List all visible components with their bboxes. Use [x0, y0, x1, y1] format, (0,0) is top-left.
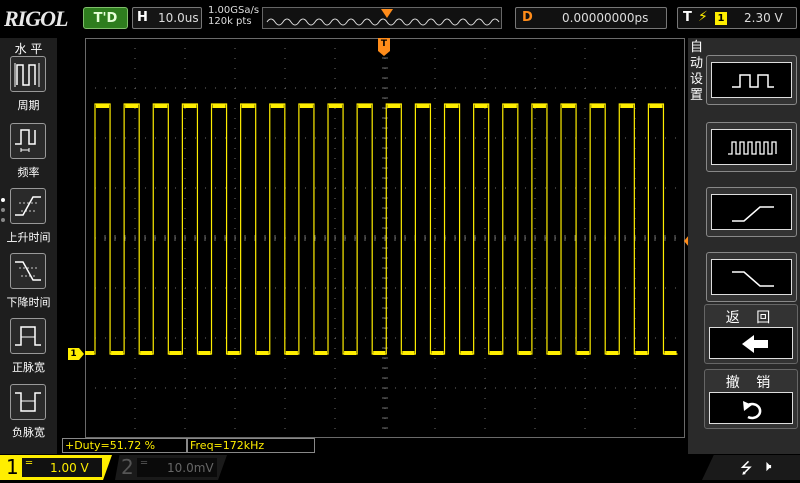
channel-1-number: 1: [6, 455, 19, 479]
undo-icon: [743, 401, 762, 420]
frequency-icon: [15, 129, 36, 152]
trigger-box[interactable]: T ⚡ 1 2.30 V: [677, 7, 797, 29]
sound-muted-icon: 🕨: [762, 457, 772, 475]
delay-value: 0.00000000ps: [562, 11, 649, 25]
system-status-area: ⭍ 🕨: [702, 455, 800, 480]
timebase-value: 10.0us: [158, 11, 199, 25]
dc-coupling-icon: ═: [26, 458, 33, 469]
trigger-position-label: T: [380, 39, 388, 49]
measure-fall-time-button[interactable]: [10, 253, 46, 289]
undo-label: 撤 销: [725, 375, 777, 391]
auto-setup-title: 自动设置: [689, 40, 703, 103]
graticule: [85, 38, 685, 438]
positive-width-label: 正脉宽: [12, 361, 45, 374]
auto-falling-edge-button[interactable]: [706, 252, 797, 302]
rise-time-icon: [15, 196, 41, 216]
page-indicator: [1, 198, 7, 228]
multi-period-icon: [728, 141, 777, 155]
back-arrow-icon: [742, 335, 768, 353]
rising-edge-icon: [732, 206, 774, 222]
period-label: 周期: [17, 99, 40, 112]
measure-rise-time-button[interactable]: [10, 188, 46, 224]
channel-2-tab[interactable]: 2 ═ 10.0mV: [115, 455, 227, 480]
falling-edge-icon: [732, 271, 774, 287]
acquisition-info: 1.00GSa/s 120k pts: [208, 5, 259, 27]
auto-single-period-button[interactable]: [706, 55, 797, 105]
period-icon: [14, 63, 40, 87]
fall-time-icon: [15, 261, 41, 281]
waveform-display[interactable]: [85, 38, 685, 438]
auto-rising-edge-button[interactable]: [706, 187, 797, 237]
delay-box[interactable]: D 0.00000000ps: [515, 7, 667, 29]
dc-coupling-icon: ═: [141, 458, 148, 469]
channel-1-waveform: [85, 103, 678, 355]
trigger-level: 2.30 V: [744, 11, 783, 25]
fall-time-label: 下降时间: [6, 296, 51, 309]
frequency-label: 频率: [17, 166, 40, 179]
memory-depth: 120k pts: [208, 16, 252, 27]
frequency-measurement[interactable]: Freq=172kHz: [187, 438, 315, 453]
measure-period-button[interactable]: [10, 56, 46, 92]
edge-trigger-icon: ⚡: [698, 9, 708, 25]
timebase-label: H: [137, 10, 148, 25]
negative-width-label: 负脉宽: [12, 426, 45, 439]
menu-title-horizontal: 水 平: [14, 42, 43, 56]
trigger-status-badge: T'D: [83, 7, 128, 29]
measure-negative-width-button[interactable]: [10, 384, 46, 420]
rigol-logo: RIGOL: [4, 6, 68, 31]
negative-width-icon: [15, 392, 41, 412]
duty-measurement[interactable]: +Duty=51.72 %: [62, 438, 187, 453]
rise-time-label: 上升时间: [6, 231, 51, 244]
back-button[interactable]: 返 回: [704, 304, 798, 364]
trigger-source: 1: [715, 12, 727, 25]
channel-1-scale: 1.00 V: [50, 461, 89, 475]
memory-trigger-marker-icon: [381, 9, 393, 18]
channel-1-ground-label: 1: [70, 349, 77, 359]
channel-2-number: 2: [121, 455, 134, 479]
trigger-label: T: [683, 10, 692, 25]
auto-multi-period-button[interactable]: [706, 122, 797, 172]
delay-label: D: [522, 10, 533, 25]
single-period-icon: [732, 74, 774, 88]
timebase-box[interactable]: H 10.0us: [132, 7, 202, 29]
back-label: 返 回: [725, 310, 777, 326]
positive-width-icon: [15, 326, 41, 346]
undo-button[interactable]: 撤 销: [704, 369, 798, 429]
sample-rate: 1.00GSa/s: [208, 5, 260, 16]
usb-icon: ⭍: [740, 459, 753, 477]
channel-2-scale: 10.0mV: [167, 461, 214, 475]
memory-overview[interactable]: [262, 7, 502, 29]
measure-positive-width-button[interactable]: [10, 318, 46, 354]
channel-1-tab[interactable]: 1 ═ 1.00 V: [0, 455, 112, 480]
measure-frequency-button[interactable]: [10, 123, 46, 159]
